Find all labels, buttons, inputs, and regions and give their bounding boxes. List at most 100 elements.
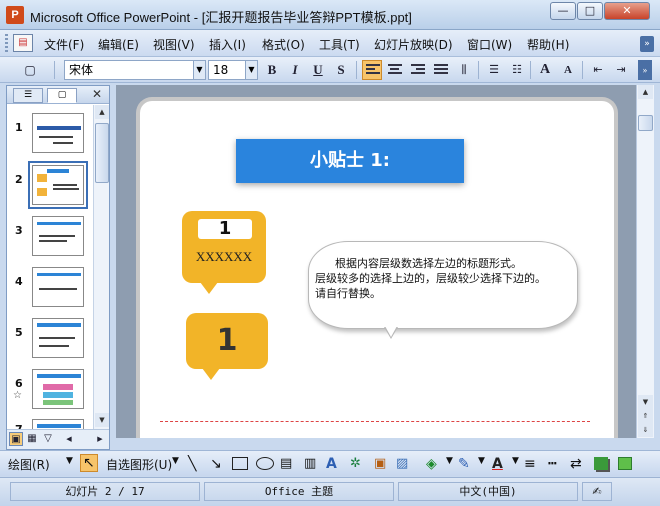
toolbar-options-icon[interactable]: » [640, 36, 654, 52]
minimize-button[interactable]: — [550, 2, 576, 20]
previous-slide-icon[interactable]: ⇑ [638, 409, 653, 423]
menu-view[interactable]: 视图(V) [153, 36, 195, 53]
slide-number: 5 [15, 326, 23, 339]
close-icon[interactable]: ✕ [92, 87, 102, 101]
status-bar: 幻灯片 2 / 17 Office 主题 中文(中国) ✍ [0, 477, 660, 506]
justify-button[interactable] [431, 60, 451, 80]
menu-slideshow[interactable]: 幻灯片放映(D) [374, 36, 453, 53]
menu-file[interactable]: 文件(F) [44, 36, 84, 53]
chevron-down-icon[interactable]: ▼ [172, 456, 179, 466]
scrollbar-thumb[interactable] [95, 123, 109, 183]
spelling-status-icon[interactable]: ✍ [582, 482, 612, 501]
outline-tab[interactable]: ☰ [13, 88, 43, 103]
note-callout[interactable]: 根据内容层级数选择左边的标题形式。 层级较多的选择上边的，层级较少选择下边的。 … [308, 241, 578, 329]
document-icon[interactable]: ▤ [13, 34, 33, 52]
font-name-select[interactable]: 宋体 ▼ [64, 60, 206, 80]
font-color-icon[interactable]: A [492, 456, 503, 472]
slide-thumbnail[interactable] [32, 369, 84, 409]
textbox-tool-icon[interactable]: ▤ [280, 456, 292, 471]
slideshow-icon[interactable]: ▽ [41, 432, 55, 446]
align-right-button[interactable] [408, 60, 428, 80]
new-document-icon[interactable]: ▢ [20, 60, 40, 80]
scroll-down-icon[interactable]: ▼ [95, 413, 109, 427]
menu-format[interactable]: 格式(O) [262, 36, 305, 53]
chevron-down-icon[interactable]: ▼ [478, 456, 485, 466]
arrow-style-icon[interactable]: ⇄ [570, 456, 582, 472]
toolbar-grip[interactable] [5, 34, 8, 52]
scroll-down-icon[interactable]: ▼ [638, 395, 653, 409]
menu-bar: ▤ 文件(F) 编辑(E) 视图(V) 插入(I) 格式(O) 工具(T) 幻灯… [0, 30, 660, 57]
level-bubble-large[interactable]: 1 XXXXXX [182, 211, 266, 283]
toolbar-options-icon[interactable]: » [638, 60, 652, 80]
bubble-number: 1 [198, 219, 252, 239]
line-color-icon[interactable]: ✎ [458, 456, 470, 472]
slide-thumbnail[interactable] [32, 216, 84, 256]
chevron-down-icon[interactable]: ▼ [193, 61, 205, 79]
slide-title-banner[interactable]: 小贴士 1: [236, 139, 464, 183]
bullet-list-icon[interactable]: ☷ [507, 60, 527, 80]
slides-tab[interactable]: ▢ [47, 88, 77, 103]
slide-thumbnail-selected[interactable] [28, 161, 88, 209]
scroll-right-icon[interactable]: ▶ [93, 432, 107, 446]
draw-menu-button[interactable]: 绘图(R) [8, 456, 50, 473]
italic-button[interactable]: I [285, 60, 305, 80]
line-tool-icon[interactable]: ╲ [188, 456, 196, 472]
wordart-icon[interactable]: A [326, 456, 337, 472]
distribute-icon[interactable]: ⫼ [454, 60, 474, 80]
chevron-down-icon[interactable]: ▼ [245, 61, 257, 79]
arrow-tool-icon[interactable]: ↘ [210, 456, 222, 472]
select-pointer-icon[interactable]: ↖ [80, 454, 98, 472]
font-size-select[interactable]: 18 ▼ [208, 60, 258, 80]
slide[interactable]: 小贴士 1: 1 XXXXXX 1 根据内容层级数选择左边的标题形式。 层级较多… [136, 97, 618, 438]
grow-font-button[interactable]: A [535, 60, 555, 80]
maximize-button[interactable]: □ [577, 2, 603, 20]
slide-number: 2 [15, 173, 23, 186]
slide-thumbnail[interactable] [32, 419, 84, 429]
slide-thumbnail[interactable] [32, 113, 84, 153]
underline-button[interactable]: U [308, 60, 328, 80]
increase-indent-icon[interactable]: ⇥ [611, 60, 631, 80]
close-button[interactable]: ✕ [604, 2, 650, 20]
next-slide-icon[interactable]: ⇓ [638, 423, 653, 437]
scroll-left-icon[interactable]: ◀ [62, 432, 76, 446]
scrollbar-thumb[interactable] [638, 115, 653, 131]
chevron-down-icon[interactable]: ▼ [446, 456, 453, 466]
numbered-list-icon[interactable]: ☰ [484, 60, 504, 80]
menu-edit[interactable]: 编辑(E) [98, 36, 139, 53]
fill-color-icon[interactable]: ◈ [426, 456, 437, 472]
slide-scrollbar[interactable]: ▲ ▼ ⇑ ⇓ [636, 85, 654, 438]
normal-view-icon[interactable]: ▣ [9, 432, 23, 446]
diagram-icon[interactable]: ✲ [350, 456, 361, 471]
line-style-icon[interactable]: ≡ [524, 456, 536, 472]
3d-style-icon[interactable] [618, 457, 632, 470]
shadow-button[interactable]: S [331, 60, 351, 80]
thumbnail-scrollbar[interactable]: ▲ ▼ [93, 105, 109, 429]
powerpoint-icon[interactable]: P [6, 6, 24, 24]
shadow-style-icon[interactable] [594, 457, 608, 470]
scroll-up-icon[interactable]: ▲ [95, 105, 109, 119]
menu-help[interactable]: 帮助(H) [527, 36, 569, 53]
chevron-down-icon[interactable]: ▼ [66, 456, 73, 466]
menu-insert[interactable]: 插入(I) [209, 36, 246, 53]
align-left-button[interactable] [362, 60, 382, 80]
slide-sorter-icon[interactable]: ▦ [25, 432, 39, 446]
level-bubble-small[interactable]: 1 [186, 313, 268, 369]
dash-style-icon[interactable]: ┅ [548, 456, 556, 472]
autoshapes-button[interactable]: 自选图形(U) [106, 456, 172, 473]
window-title: Microsoft Office PowerPoint - [汇报开题报告毕业答… [30, 10, 412, 25]
rectangle-tool-icon[interactable] [232, 457, 248, 470]
shrink-font-button[interactable]: A [558, 60, 578, 80]
chevron-down-icon[interactable]: ▼ [512, 456, 519, 466]
menu-tools[interactable]: 工具(T) [319, 36, 360, 53]
align-center-button[interactable] [385, 60, 405, 80]
slide-thumbnail[interactable] [32, 318, 84, 358]
slide-thumbnail[interactable] [32, 267, 84, 307]
vertical-textbox-icon[interactable]: ▥ [304, 456, 316, 471]
clipart-icon[interactable]: ▣ [374, 456, 386, 471]
bold-button[interactable]: B [262, 60, 282, 80]
insert-picture-icon[interactable]: ▨ [396, 456, 408, 471]
scroll-up-icon[interactable]: ▲ [638, 85, 653, 99]
oval-tool-icon[interactable] [256, 457, 274, 470]
menu-window[interactable]: 窗口(W) [467, 36, 512, 53]
decrease-indent-icon[interactable]: ⇤ [588, 60, 608, 80]
